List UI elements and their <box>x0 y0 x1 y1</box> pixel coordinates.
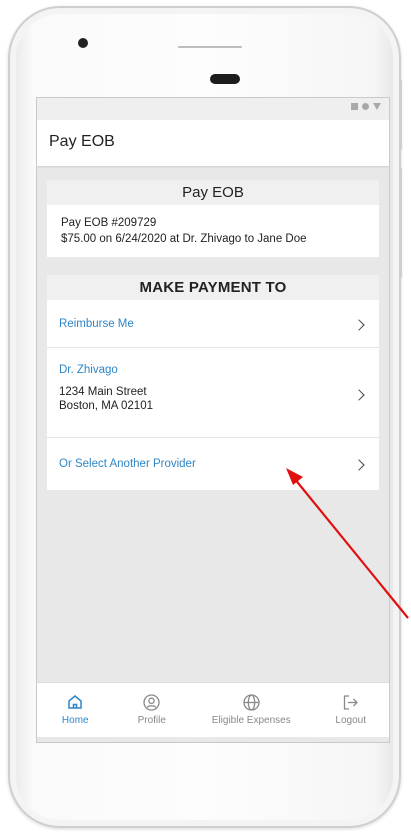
eob-number: Pay EOB #209729 <box>61 217 157 229</box>
provider-name: Dr. Zhivago <box>59 364 118 376</box>
nav-home-label: Home <box>61 715 89 726</box>
nav-eligible-expenses[interactable]: Eligible Expenses <box>190 683 312 737</box>
provider-city: Boston, MA 02101 <box>59 400 153 412</box>
select-another-provider-label: Or Select Another Provider <box>59 458 196 470</box>
bottom-navigation: Home Profile Eligible Expenses Logout <box>37 682 389 737</box>
app-bar: Pay EOB <box>37 120 389 166</box>
status-icons <box>351 103 381 110</box>
eob-section-header: Pay EOB <box>47 180 379 205</box>
power-button <box>399 80 402 150</box>
nav-logout-label: Logout <box>335 715 367 726</box>
page-title: Pay EOB <box>49 133 115 150</box>
wifi-icon <box>362 103 369 110</box>
nav-logout[interactable]: Logout <box>312 683 389 737</box>
status-bar <box>37 98 389 120</box>
main-content: Pay EOB Pay EOB #209729 $75.00 on 6/24/2… <box>37 166 389 490</box>
logout-icon <box>342 692 359 712</box>
provider-street: 1234 Main Street <box>59 386 147 398</box>
provider-row[interactable]: Dr. Zhivago 1234 Main Street Boston, MA … <box>47 348 379 438</box>
nav-profile-label: Profile <box>137 715 166 726</box>
eob-details-card: Pay EOB #209729 $75.00 on 6/24/2020 at D… <box>47 205 379 257</box>
battery-icon <box>373 103 381 110</box>
home-icon <box>67 692 83 712</box>
nav-profile[interactable]: Profile <box>114 683 191 737</box>
provider-address: 1234 Main Street Boston, MA 02101 <box>59 385 153 413</box>
reimburse-me-row[interactable]: Reimburse Me <box>47 300 379 348</box>
select-another-provider-row[interactable]: Or Select Another Provider <box>47 438 379 490</box>
profile-icon <box>143 692 160 712</box>
earpiece-speaker <box>210 74 240 84</box>
chevron-right-icon <box>353 389 365 401</box>
chevron-right-icon <box>353 459 365 471</box>
eob-description: $75.00 on 6/24/2020 at Dr. Zhivago to Ja… <box>61 233 307 245</box>
globe-icon <box>243 692 260 712</box>
signal-icon <box>351 103 358 110</box>
phone-screen: Pay EOB Pay EOB Pay EOB #209729 $75.00 o… <box>36 97 390 743</box>
payment-section-header: MAKE PAYMENT TO <box>47 275 379 300</box>
chevron-right-icon <box>353 319 365 331</box>
nav-eligible-expenses-label: Eligible Expenses <box>211 715 291 726</box>
nav-home[interactable]: Home <box>37 683 114 737</box>
volume-button <box>399 168 402 278</box>
sensor-strip <box>178 46 242 48</box>
front-camera <box>78 38 88 48</box>
reimburse-me-label: Reimburse Me <box>59 318 134 330</box>
